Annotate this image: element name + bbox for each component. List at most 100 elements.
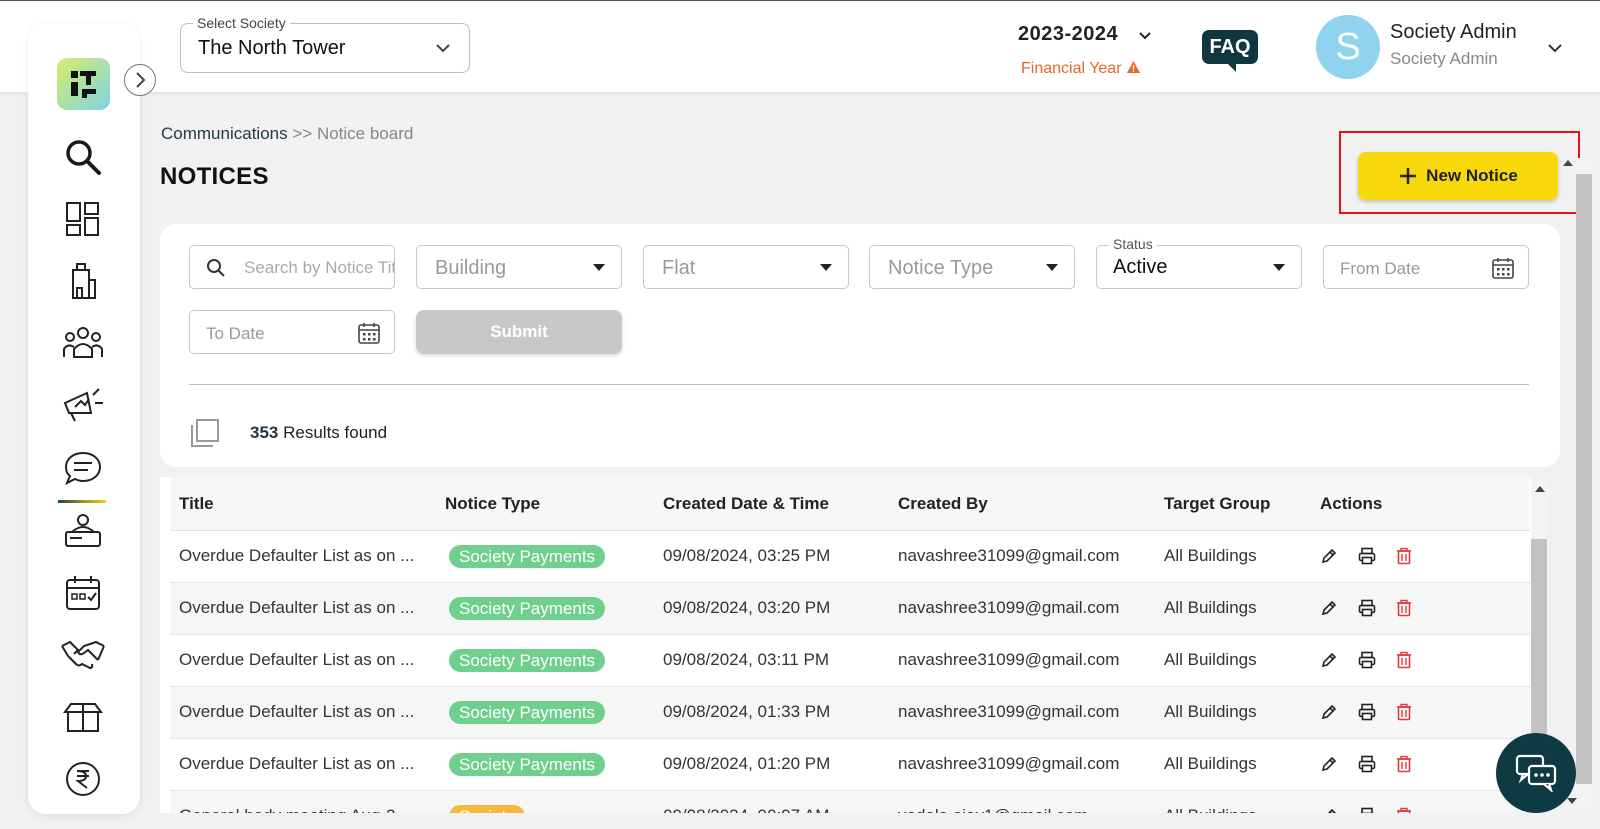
delete-button[interactable]	[1395, 755, 1413, 778]
cell-created-date: 09/08/2024, 03:11 PM	[663, 650, 830, 669]
financial-year-selector[interactable]: 2023-2024 Financial Year	[1018, 23, 1168, 77]
edit-icon	[1321, 756, 1337, 772]
delete-button[interactable]	[1395, 599, 1413, 622]
announcement-icon	[63, 388, 103, 422]
delete-button[interactable]	[1395, 703, 1413, 726]
select-all-icon[interactable]	[190, 418, 220, 448]
column-header-created-date[interactable]: Created Date & Time	[663, 494, 829, 514]
sidebar-item-announcements[interactable]	[58, 380, 108, 430]
print-button[interactable]	[1358, 651, 1376, 674]
cell-created-date: 09/08/2024, 01:33 PM	[663, 702, 831, 721]
cell-title[interactable]: Overdue Defaulter List as on ...	[179, 598, 414, 618]
status-select[interactable]: Status Active	[1096, 236, 1302, 289]
flat-select[interactable]: Flat	[643, 245, 849, 289]
print-button[interactable]	[1358, 599, 1376, 622]
sidebar-item-assets[interactable]	[58, 692, 108, 742]
to-date-input[interactable]: To Date	[189, 310, 395, 354]
delete-button[interactable]	[1395, 651, 1413, 674]
sidebar-item-communications[interactable]	[58, 444, 108, 494]
edit-button[interactable]	[1320, 599, 1338, 622]
app-logo[interactable]	[57, 58, 110, 110]
edit-button[interactable]	[1320, 807, 1338, 813]
breadcrumb-parent[interactable]: Communications	[161, 124, 288, 143]
handshake-icon	[61, 640, 105, 670]
chat-support-button[interactable]	[1496, 733, 1576, 813]
table-row[interactable]: Overdue Defaulter List as on ... Society …	[170, 687, 1530, 739]
notice-type-badge: Society Payments	[449, 753, 606, 776]
delete-button[interactable]	[1395, 807, 1413, 813]
building-placeholder: Building	[435, 257, 507, 279]
page-scroll-down-arrow[interactable]	[1567, 798, 1577, 804]
chat-icon	[1515, 754, 1557, 792]
breadcrumb-current: Notice board	[316, 124, 414, 143]
status-value: Active	[1113, 256, 1168, 278]
notice-type-select[interactable]: Notice Type	[869, 245, 1075, 289]
sidebar-item-helpdesk[interactable]	[58, 506, 108, 556]
cell-title[interactable]: General body meeting Aug-2...	[179, 806, 410, 813]
cell-target-group: All Buildings	[1164, 546, 1257, 565]
cell-title[interactable]: Overdue Defaulter List as on ...	[179, 754, 414, 774]
table-row[interactable]: Overdue Defaulter List as on ... Society …	[170, 635, 1530, 687]
calendar-icon[interactable]	[358, 322, 380, 344]
edit-button[interactable]	[1320, 755, 1338, 778]
search-input[interactable]: Search by Notice Title	[189, 245, 395, 289]
delete-button[interactable]	[1395, 547, 1413, 570]
results-label: Results found	[283, 423, 388, 442]
edit-icon	[1321, 704, 1337, 720]
table-row[interactable]: Overdue Defaulter List as on ... Society …	[170, 531, 1530, 583]
calendar-icon	[66, 576, 100, 610]
sidebar-item-vendors[interactable]	[58, 630, 108, 680]
edit-button[interactable]	[1320, 703, 1338, 726]
new-notice-button[interactable]: New Notice	[1358, 152, 1558, 200]
faq-button[interactable]: FAQ	[1202, 30, 1258, 72]
notice-type-badge: Society Payments	[449, 545, 606, 568]
avatar[interactable]: S	[1316, 15, 1380, 79]
edit-icon	[1321, 600, 1337, 616]
edit-button[interactable]	[1320, 547, 1338, 570]
print-button[interactable]	[1358, 807, 1376, 813]
cell-created-by: navashree31099@gmail.com	[898, 702, 1120, 721]
helpdesk-icon	[65, 514, 101, 547]
sidebar-item-calendar[interactable]	[58, 568, 108, 618]
cell-title[interactable]: Overdue Defaulter List as on ...	[179, 650, 414, 670]
print-button[interactable]	[1358, 703, 1376, 726]
column-header-created-by[interactable]: Created By	[898, 494, 988, 514]
table-row[interactable]: Overdue Defaulter List as on ... Society …	[170, 583, 1530, 635]
print-button[interactable]	[1358, 755, 1376, 778]
calendar-icon[interactable]	[1492, 257, 1514, 279]
cell-created-date: 09/08/2024, 01:20 PM	[663, 754, 831, 773]
table-row[interactable]: Overdue Defaulter List as on ... Society …	[170, 739, 1530, 791]
sidebar-item-members[interactable]	[58, 318, 108, 368]
cell-target-group: All Buildings	[1164, 702, 1257, 721]
flat-placeholder: Flat	[662, 257, 696, 279]
sidebar-item-accounts[interactable]	[58, 754, 108, 804]
submit-button[interactable]: Submit	[416, 310, 622, 354]
delete-icon	[1397, 547, 1411, 565]
delete-icon	[1397, 651, 1411, 669]
cell-created-date: 09/08/2024, 03:20 PM	[663, 598, 831, 617]
from-date-input[interactable]: From Date	[1323, 245, 1529, 289]
edit-icon	[1321, 652, 1337, 668]
sidebar-item-buildings[interactable]	[58, 256, 108, 306]
cell-title[interactable]: Overdue Defaulter List as on ...	[179, 702, 414, 722]
cell-title[interactable]: Overdue Defaulter List as on ...	[179, 546, 414, 566]
column-header-notice-type[interactable]: Notice Type	[445, 494, 540, 514]
results-number: 353	[250, 423, 279, 442]
society-select[interactable]: Select Society The North Tower	[180, 15, 470, 73]
caret-down-icon	[1046, 264, 1058, 271]
cell-created-by: vadala.ajay1@gmail.com	[898, 806, 1088, 813]
breadcrumb-separator: >>	[292, 124, 313, 143]
table-scroll-up-arrow[interactable]	[1535, 486, 1545, 492]
sidebar-collapse-button[interactable]	[124, 64, 156, 96]
sidebar-item-dashboard[interactable]	[58, 194, 108, 244]
user-menu-chevron-icon[interactable]	[1546, 39, 1564, 57]
column-header-title[interactable]: Title	[179, 494, 214, 514]
print-button[interactable]	[1358, 547, 1376, 570]
sidebar-item-search[interactable]	[58, 132, 108, 182]
top-header: Select Society The North Tower 2023-2024…	[0, 0, 1600, 92]
page-scroll-up-arrow[interactable]	[1563, 160, 1573, 166]
building-select[interactable]: Building	[416, 245, 622, 289]
edit-button[interactable]	[1320, 651, 1338, 674]
page-scrollbar-thumb[interactable]	[1576, 174, 1592, 784]
table-row[interactable]: General body meeting Aug-2... Society 09/0…	[170, 791, 1530, 813]
